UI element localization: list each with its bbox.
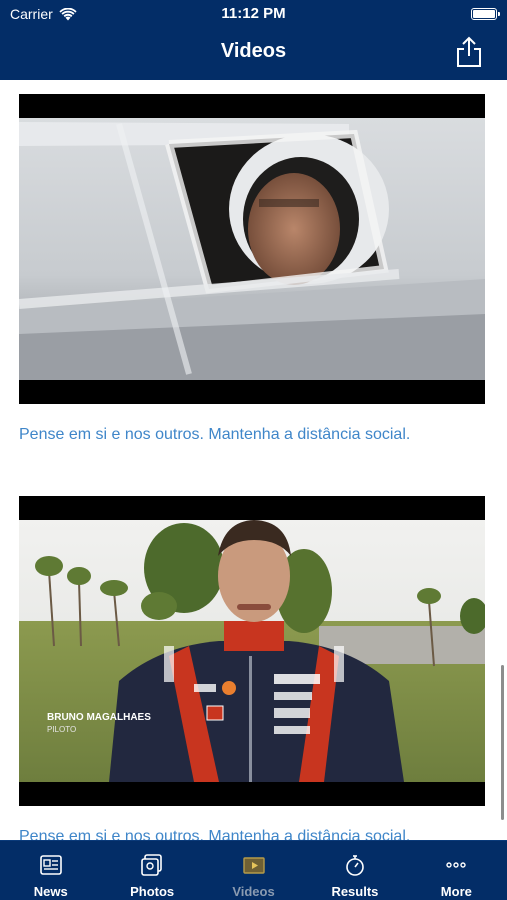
tab-news[interactable]: News	[0, 841, 101, 900]
share-button[interactable]	[455, 36, 483, 68]
tab-videos[interactable]: Videos	[203, 841, 304, 900]
scroll-indicator[interactable]	[501, 665, 504, 820]
tab-bar: News Photos Videos Results More	[0, 840, 507, 900]
video-caption-link[interactable]: Pense em si e nos outros. Mantenha a dis…	[19, 828, 485, 840]
tab-label: Results	[331, 884, 379, 899]
video-player[interactable]	[18, 94, 485, 404]
more-icon	[446, 862, 467, 868]
tab-label: Videos	[232, 884, 275, 899]
news-icon	[39, 855, 62, 875]
tab-label: More	[440, 884, 472, 899]
status-time: 11:12 PM	[221, 5, 286, 22]
tab-results[interactable]: Results	[304, 841, 405, 900]
video-thumbnail: BRUNO MAGALHAES PILOTO	[19, 496, 488, 806]
tab-more[interactable]: More	[406, 841, 507, 900]
tab-photos[interactable]: Photos	[101, 841, 202, 900]
navigation-header: Carrier 11:12 PM Videos	[0, 0, 507, 80]
tab-label: News	[33, 884, 68, 899]
videos-icon	[242, 857, 265, 874]
photos-icon	[141, 854, 162, 876]
tab-label: Photos	[130, 884, 175, 899]
share-icon	[457, 36, 481, 67]
page-title: Videos	[220, 40, 287, 62]
video-item: BRUNO MAGALHAES PILOTO Pense em si e nos…	[19, 496, 488, 840]
lower-third-role: PILOTO	[47, 725, 76, 734]
video-list[interactable]: Pense em si e nos outros. Mantenha a dis…	[0, 80, 507, 840]
battery-icon	[471, 8, 500, 20]
video-player[interactable]: BRUNO MAGALHAES PILOTO	[19, 496, 488, 806]
video-item: Pense em si e nos outros. Mantenha a dis…	[18, 94, 485, 444]
status-bar: Carrier 11:12 PM	[0, 0, 507, 28]
video-caption-link[interactable]: Pense em si e nos outros. Mantenha a dis…	[19, 426, 485, 444]
lower-third-name: BRUNO MAGALHAES	[47, 712, 151, 723]
stopwatch-icon	[346, 855, 364, 876]
video-thumbnail	[18, 94, 485, 404]
